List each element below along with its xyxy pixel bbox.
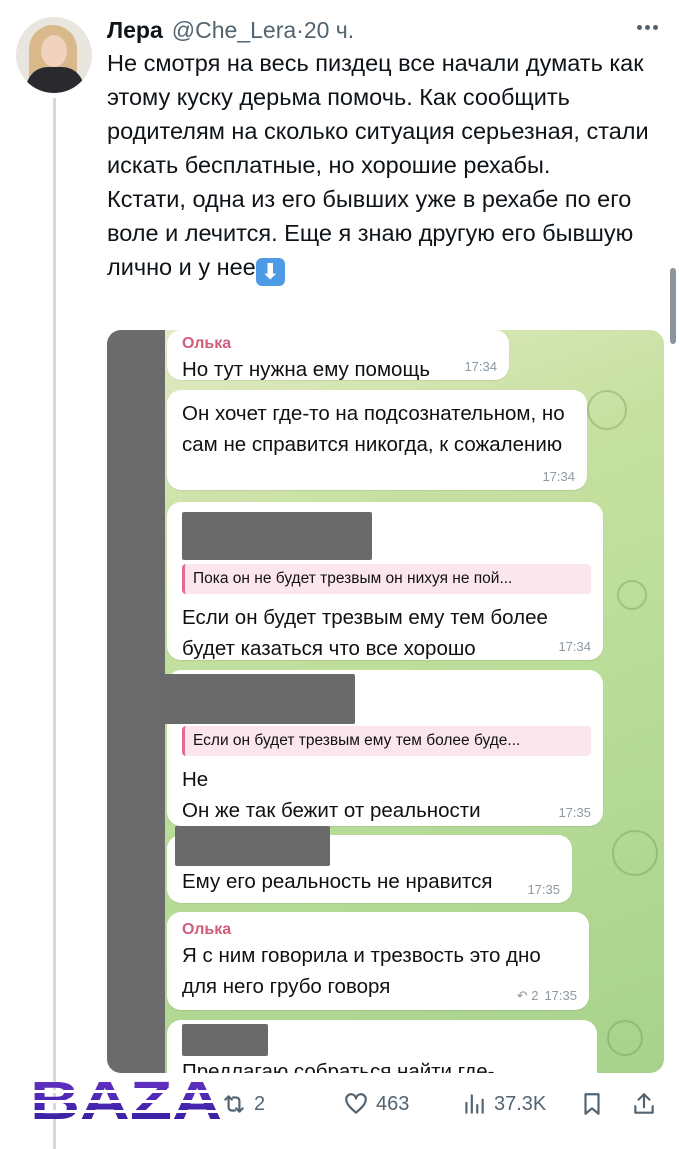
views-chart-icon (465, 1094, 484, 1114)
tweet-paragraph-1: Не смотря на весь пиздец все начали дума… (107, 50, 649, 178)
views-button[interactable]: 37.3K (461, 1084, 546, 1124)
background-doodle (617, 580, 647, 610)
redacted-name (182, 1024, 268, 1056)
quoted-reply[interactable]: Пока он не будет трезвым он нихуя не пой… (182, 564, 591, 594)
reply-count: 2 (531, 988, 539, 1003)
like-count: 463 (376, 1092, 410, 1115)
heart-icon (345, 1093, 367, 1114)
tweet-text: Не смотря на весь пиздец все начали дума… (107, 46, 659, 286)
share-icon (634, 1093, 654, 1114)
baza-watermark-logo: BAZA (28, 1071, 224, 1127)
retweet-count: 2 (254, 1092, 266, 1115)
user-handle[interactable]: @Che_Lera (172, 16, 296, 44)
redacted-name (157, 674, 355, 724)
bookmark-button[interactable] (579, 1084, 605, 1124)
display-name[interactable]: Лера (107, 16, 163, 44)
reply-icon[interactable]: ↶ 2 (517, 988, 539, 1003)
chat-message: Олька Я с ним говорила и трезвость это д… (167, 912, 589, 1010)
message-sender: Олька (182, 335, 232, 352)
views-count: 37.3K (494, 1092, 547, 1115)
message-time: 17:34 (558, 639, 591, 654)
post-time[interactable]: 20 ч. (304, 16, 354, 44)
message-time: 17:35 (527, 882, 560, 897)
message-time: 17:34 (464, 359, 497, 374)
chat-message: Олька Но тут нужна ему помощь 17:34 (167, 330, 509, 381)
separator-dot: · (296, 17, 304, 43)
bookmark-icon (584, 1093, 600, 1115)
like-button[interactable]: 463 (343, 1084, 409, 1124)
chat-message: Пока он не будет трезвым он нихуя не пой… (167, 502, 603, 660)
background-doodle (607, 1020, 643, 1056)
message-sender: Олька (182, 921, 232, 938)
tweet-header: Лера @Che_Lera · 20 ч. (107, 16, 354, 44)
redacted-name (175, 826, 330, 866)
message-text: Если он будет трезвым ему тем более буде… (182, 606, 548, 660)
message-text: Ему его реальность не нравится (182, 870, 493, 893)
watermark-text: BAZA (30, 1071, 222, 1127)
redacted-name (182, 512, 372, 560)
message-time: 17:34 (542, 469, 575, 484)
share-button[interactable] (631, 1084, 657, 1124)
avatar-face (41, 35, 67, 67)
message-text: Но тут нужна ему помощь (182, 358, 431, 381)
retweet-button[interactable]: 2 (221, 1084, 265, 1124)
chat-message: Предлагаю собраться,найти где- (167, 1020, 597, 1073)
message-text-line-2: Он же так бежит от реальности (182, 799, 481, 822)
message-time: 17:35 (544, 988, 577, 1003)
quoted-reply[interactable]: Если он будет трезвым ему тем более буде… (182, 726, 591, 756)
background-doodle (587, 390, 627, 430)
tweet-paragraph-2-text: Кстати, одна из его бывших уже в рехабе … (107, 186, 634, 280)
message-text-line-1: Не (182, 768, 209, 791)
avatar[interactable] (16, 17, 92, 93)
background-doodle (612, 830, 658, 876)
tweet-paragraph-2: Кстати, одна из его бывших уже в рехабе … (107, 182, 659, 286)
avatar-body (26, 67, 84, 93)
message-text: Предлагаю собраться,найти где- (182, 1060, 495, 1073)
message-time: 17:35 (558, 805, 591, 820)
chat-screenshot[interactable]: Олька Но тут нужна ему помощь 17:34 Он х… (107, 330, 664, 1073)
thread-line (53, 98, 56, 1149)
chat-message: Он хочет где-то на подсознательном, но с… (167, 390, 587, 490)
more-options-icon[interactable] (632, 12, 662, 42)
scrollbar-thumb[interactable] (670, 268, 676, 344)
message-text: Он хочет где-то на подсознательном, но с… (182, 402, 565, 456)
retweet-icon (224, 1095, 244, 1113)
message-meta: ↶ 2 17:35 (517, 988, 577, 1004)
down-arrow-emoji-icon: ⬇ (255, 258, 285, 286)
